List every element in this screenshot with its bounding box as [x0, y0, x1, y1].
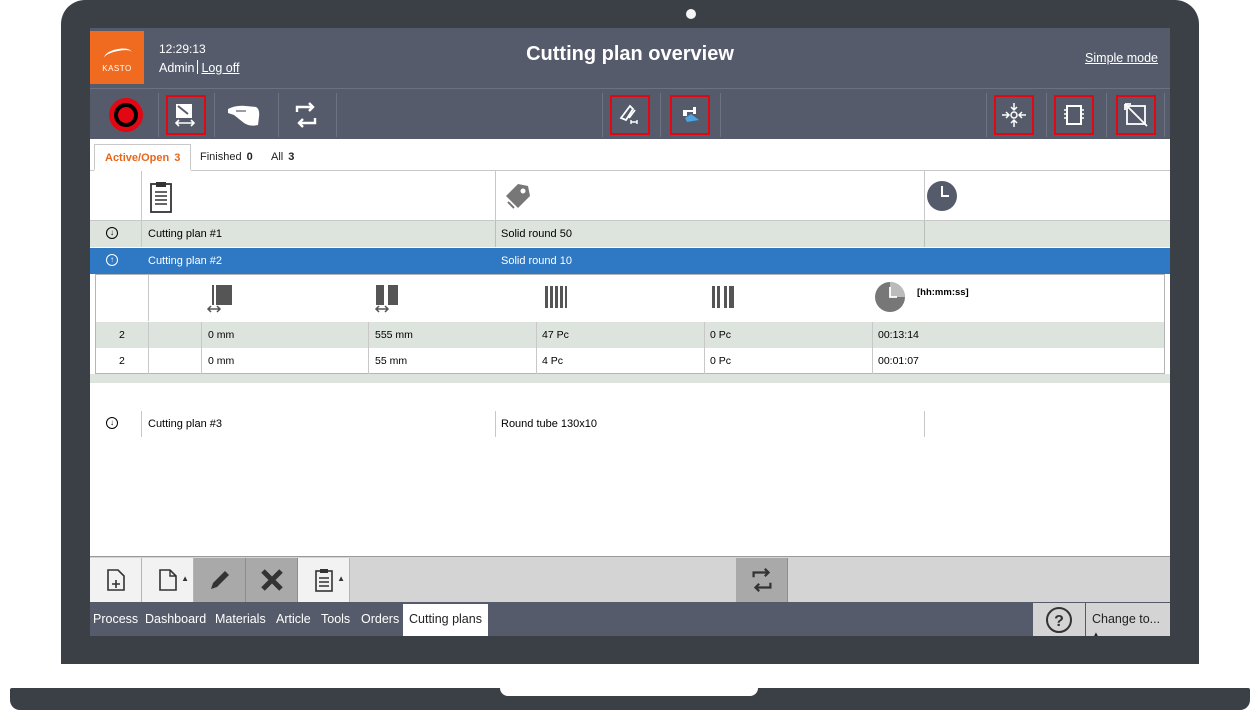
action-bar: ▲ ▲ — [90, 556, 1170, 602]
document-menu-button[interactable]: ▲ — [142, 558, 194, 602]
nav-materials[interactable]: Materials — [215, 612, 266, 626]
plan-material: Solid round 50 — [501, 228, 572, 240]
plan-details-table: [hh:mm:ss] 2 0 mm 555 mm 47 Pc 0 Pc 00:1… — [95, 274, 1165, 374]
cutting-plan-grid: ↓ Cutting plan #1 Solid round 50 ↑ Cutti… — [90, 171, 1170, 556]
delete-icon — [260, 569, 283, 591]
new-document-icon — [106, 569, 125, 591]
document-icon — [158, 569, 177, 591]
nav-process[interactable]: Process — [93, 612, 138, 626]
cell-pieces-done: 0 Pc — [710, 355, 732, 367]
table-row[interactable]: ↓ Cutting plan #3 Round tube 130x10 — [90, 411, 1170, 437]
laptop-notch — [500, 688, 758, 696]
delete-button[interactable] — [246, 558, 298, 602]
cell-time: 00:13:14 — [878, 329, 919, 341]
collapse-icon[interactable]: ↑ — [106, 254, 118, 266]
help-button[interactable]: ? — [1033, 603, 1085, 636]
cell-start: 0 mm — [208, 355, 235, 367]
cell-qty: 2 — [119, 329, 125, 341]
cell-length: 55 mm — [375, 355, 408, 367]
table-row[interactable]: 2 0 mm 555 mm 47 Pc 0 Pc 00:13:14 — [96, 322, 1164, 348]
cycle-button[interactable] — [286, 95, 326, 135]
table-row[interactable]: 2 0 mm 55 mm 4 Pc 0 Pc 00:01:07 — [96, 348, 1164, 374]
expand-icon[interactable]: ↓ — [106, 227, 118, 239]
change-to-menu[interactable]: Change to... ▲ — [1086, 603, 1170, 636]
nav-orders[interactable]: Orders — [361, 612, 399, 626]
caret-up-icon: ▲ — [1092, 630, 1100, 636]
clipboard-menu-button[interactable]: ▲ — [298, 558, 350, 602]
stop-icon — [109, 98, 143, 132]
filter-tabs: Active/Open 3 Finished 0 All 3 — [90, 139, 1170, 171]
plan-material: Round tube 130x10 — [501, 418, 598, 430]
camera — [686, 9, 696, 19]
main-toolbar — [90, 88, 1170, 139]
tab-finished[interactable]: Finished 0 — [190, 144, 263, 171]
plan-name: Cutting plan #3 — [148, 418, 222, 430]
simple-mode-link[interactable]: Simple mode — [1085, 51, 1158, 65]
change-to-label: Change to... — [1092, 612, 1161, 626]
cell-qty: 2 — [119, 355, 125, 367]
nav-article[interactable]: Article — [276, 612, 311, 626]
resize-icon — [1124, 103, 1148, 127]
cut-length-icon — [174, 104, 196, 127]
center-icon — [1002, 103, 1026, 127]
saw-settings-button[interactable] — [610, 95, 650, 135]
refresh-icon — [751, 568, 772, 592]
clipboard-icon — [150, 182, 172, 213]
hand-icon — [228, 105, 260, 126]
pieces-done-icon — [712, 286, 734, 308]
expand-icon[interactable]: ↓ — [106, 417, 118, 429]
stop-button[interactable] — [106, 95, 146, 135]
clock-icon — [927, 181, 957, 211]
table-row[interactable]: ↓ Cutting plan #1 Solid round 50 — [90, 221, 1170, 247]
cut-length-column-icon — [374, 285, 398, 313]
app-header: KASTO 12:29:13 Admin Log off Cutting plan… — [90, 28, 1170, 88]
details-footer — [90, 374, 1170, 383]
svg-text:?: ? — [1054, 613, 1064, 630]
pencil-icon — [210, 571, 229, 589]
cell-length: 555 mm — [375, 329, 413, 341]
tab-active-open[interactable]: Active/Open 3 — [94, 144, 192, 171]
saw-settings-icon — [619, 104, 638, 124]
copy-plan-button[interactable] — [1054, 95, 1094, 135]
pieces-icon — [545, 286, 567, 308]
clipboard-icon — [314, 569, 333, 592]
plan-name: Cutting plan #1 — [148, 228, 222, 240]
cutting-time-icon — [875, 282, 905, 312]
table-row-selected[interactable]: ↑ Cutting plan #2 Solid round 10 — [90, 248, 1170, 274]
nav-dashboard[interactable]: Dashboard — [145, 612, 206, 626]
bottom-navigation: Process Dashboard Materials Article Tool… — [90, 602, 1170, 636]
plan-material: Solid round 10 — [501, 255, 572, 267]
page-title: Cutting plan overview — [526, 43, 734, 65]
cycle-icon — [295, 102, 317, 128]
manual-mode-button[interactable] — [224, 95, 264, 135]
nav-tools[interactable]: Tools — [321, 612, 350, 626]
new-plan-button[interactable] — [90, 558, 142, 602]
help-icon: ? — [1046, 606, 1072, 633]
center-button[interactable] — [994, 95, 1034, 135]
cell-time: 00:01:07 — [878, 355, 919, 367]
cell-pieces-done: 0 Pc — [710, 329, 732, 341]
edit-button[interactable] — [194, 558, 246, 602]
cell-pieces: 47 Pc — [542, 329, 569, 341]
plan-name: Cutting plan #2 — [148, 255, 222, 267]
details-header: [hh:mm:ss] — [96, 275, 1164, 321]
cell-pieces: 4 Pc — [542, 355, 564, 367]
cell-start: 0 mm — [208, 329, 235, 341]
cut-length-button[interactable] — [166, 95, 206, 135]
start-position-icon — [206, 285, 232, 313]
material-tag-icon — [506, 184, 530, 209]
caret-up-icon: ▲ — [181, 574, 189, 583]
caret-up-icon: ▲ — [337, 574, 345, 583]
refresh-button[interactable] — [736, 558, 788, 602]
coolant-icon — [683, 107, 699, 122]
tab-all[interactable]: All 3 — [261, 144, 304, 171]
resize-button[interactable] — [1116, 95, 1156, 135]
time-format-label: [hh:mm:ss] — [917, 287, 969, 298]
app-screen: KASTO 12:29:13 Admin Log off Cutting plan… — [90, 28, 1170, 636]
nav-cutting-plans[interactable]: Cutting plans — [403, 604, 488, 636]
copy-plan-icon — [1064, 105, 1084, 125]
grid-header — [90, 171, 1170, 221]
coolant-button[interactable] — [670, 95, 710, 135]
